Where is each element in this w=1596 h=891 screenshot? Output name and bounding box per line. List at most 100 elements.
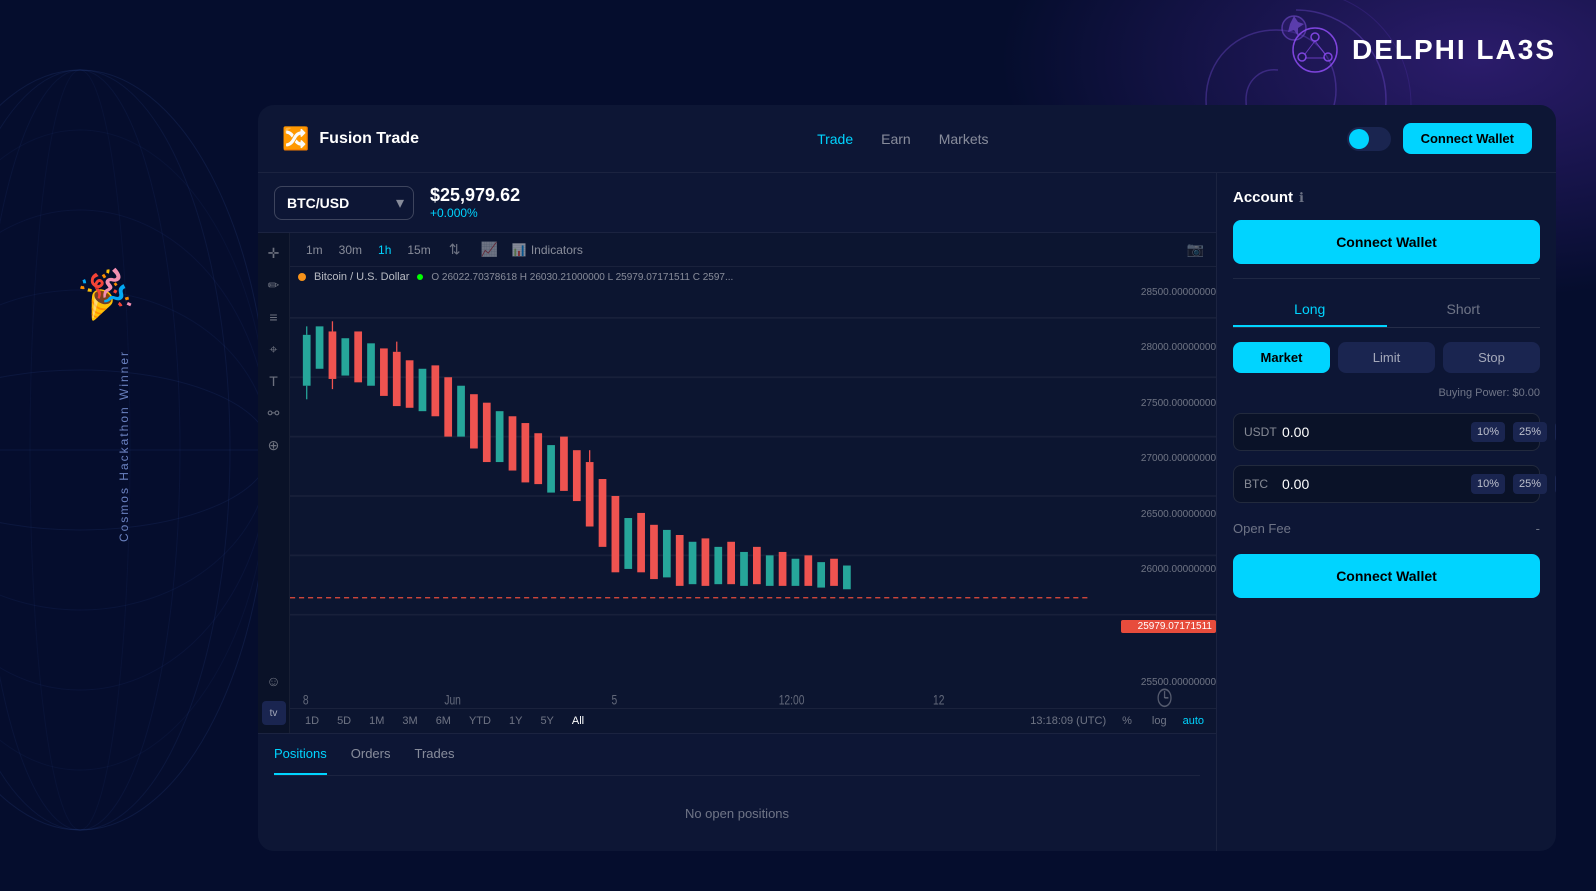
pair-selector-wrap: BTC/USD — [274, 186, 414, 220]
nav-trade[interactable]: Trade — [817, 127, 853, 151]
app-body: BTC/USD $25,979.62 +0.000% ✛ ✏ ≡ ⌖ T — [258, 173, 1556, 851]
auto-scale[interactable]: auto — [1183, 715, 1204, 727]
screenshot-button[interactable]: 📷 — [1187, 241, 1204, 258]
magnet-tool[interactable]: ⌖ — [262, 337, 286, 361]
usdt-50pct[interactable]: 50% — [1555, 422, 1556, 442]
info-icon[interactable]: ℹ — [1299, 190, 1304, 206]
usdt-10pct[interactable]: 10% — [1471, 422, 1505, 442]
timeframe-1m[interactable]: 1m — [302, 241, 327, 259]
svg-text:5: 5 — [612, 692, 618, 708]
account-header: Account ℹ — [1233, 189, 1540, 206]
btc-50pct[interactable]: 50% — [1555, 474, 1556, 494]
indicators-label: Indicators — [531, 243, 583, 257]
buying-power-value: $0.00 — [1512, 387, 1540, 399]
range-all[interactable]: All — [569, 713, 587, 729]
chart-type-icon[interactable]: ⇅ — [443, 239, 467, 260]
main-content: BTC/USD $25,979.62 +0.000% ✛ ✏ ≡ ⌖ T — [258, 173, 1216, 851]
timeframe-30m[interactable]: 30m — [335, 241, 366, 259]
delphi-logo: DELPHI LA3S — [1290, 25, 1556, 75]
short-tab[interactable]: Short — [1387, 293, 1541, 327]
pct-scale[interactable]: % — [1118, 713, 1136, 729]
price-change: +0.000% — [430, 206, 520, 220]
price-value: $25,979.62 — [430, 185, 520, 206]
chart-pair-name: Bitcoin / U.S. Dollar — [314, 271, 409, 283]
pencil-tool[interactable]: ✏ — [262, 273, 286, 297]
divider — [1233, 278, 1540, 279]
open-fee-value: - — [1536, 521, 1540, 536]
trading-controls: BTC/USD $25,979.62 +0.000% — [258, 173, 1216, 233]
zoom-tool[interactable]: ⊕ — [262, 433, 286, 457]
btc-input-group: BTC 10% 25% 50% Max — [1233, 465, 1540, 503]
time-controls: 1D 5D 1M 3M 6M YTD 1Y 5Y All 13:18:09 (U… — [290, 708, 1216, 733]
bottom-tabs: Positions Orders Trades No open position… — [258, 733, 1216, 851]
tab-trades[interactable]: Trades — [414, 734, 454, 775]
market-tab[interactable]: Market — [1233, 342, 1330, 373]
range-5y[interactable]: 5Y — [537, 713, 556, 729]
stop-tab[interactable]: Stop — [1443, 342, 1540, 373]
range-1m[interactable]: 1M — [366, 713, 387, 729]
account-title: Account — [1233, 189, 1293, 206]
range-5d[interactable]: 5D — [334, 713, 354, 729]
connect-wallet-bottom-button[interactable]: Connect Wallet — [1233, 554, 1540, 598]
btc-25pct[interactable]: 25% — [1513, 474, 1547, 494]
open-fee-label: Open Fee — [1233, 521, 1291, 536]
range-1d[interactable]: 1D — [302, 713, 322, 729]
long-short-tabs: Long Short — [1233, 293, 1540, 328]
tab-orders[interactable]: Orders — [351, 734, 391, 775]
usdt-input[interactable] — [1282, 424, 1463, 440]
long-tab[interactable]: Long — [1233, 293, 1387, 327]
theme-toggle[interactable] — [1347, 127, 1391, 151]
price-chart: 8 Jun 5 12:00 12 — [290, 267, 1216, 708]
tab-positions[interactable]: Positions — [274, 734, 327, 775]
timeframe-1h[interactable]: 1h — [374, 241, 395, 259]
ohlc-data: O 26022.70378618 H 26030.21000000 L 2597… — [431, 272, 733, 283]
app-name: Fusion Trade — [319, 130, 419, 148]
smiley-tool[interactable]: ☺ — [262, 669, 286, 693]
btc-dot — [298, 273, 306, 281]
limit-tab[interactable]: Limit — [1338, 342, 1435, 373]
fusion-logo-icon: 🔀 — [282, 126, 309, 152]
app-logo: 🔀 Fusion Trade — [282, 126, 419, 152]
range-3m[interactable]: 3M — [399, 713, 420, 729]
open-fee-row: Open Fee - — [1233, 517, 1540, 540]
measure-tool[interactable]: ⚯ — [262, 401, 286, 425]
btc-input[interactable] — [1282, 476, 1463, 492]
app-panel: 🔀 Fusion Trade Trade Earn Markets Connec… — [258, 105, 1556, 851]
log-scale[interactable]: log — [1148, 713, 1171, 729]
svg-text:8: 8 — [303, 692, 309, 708]
cosmos-badge: Cosmos Hackathon Winner — [117, 349, 131, 541]
header-right: Connect Wallet — [1347, 123, 1532, 154]
party-icon: 🎉 — [73, 263, 136, 324]
btc-10pct[interactable]: 10% — [1471, 474, 1505, 494]
crosshair-tool[interactable]: ✛ — [262, 241, 286, 265]
usdt-25pct[interactable]: 25% — [1513, 422, 1547, 442]
chart-tools: ✛ ✏ ≡ ⌖ T ⚯ ⊕ ☺ tv — [258, 233, 290, 733]
svg-text:12: 12 — [933, 692, 945, 708]
btc-label: BTC — [1244, 477, 1274, 491]
chart-area: 1m 30m 1h 15m ⇅ 📈 📊 Indicators 📷 — [290, 233, 1216, 733]
connect-wallet-header-button[interactable]: Connect Wallet — [1403, 123, 1532, 154]
svg-text:12:00: 12:00 — [779, 692, 805, 708]
text-tool[interactable]: T — [262, 369, 286, 393]
buying-power-label: Buying Power: — [1438, 387, 1509, 399]
usdt-label: USDT — [1244, 425, 1274, 439]
range-6m[interactable]: 6M — [433, 713, 454, 729]
chart-line-icon[interactable]: 📈 — [474, 239, 503, 260]
order-type-tabs: Market Limit Stop — [1233, 342, 1540, 373]
chart-timestamp: 13:18:09 (UTC) — [1030, 715, 1106, 727]
range-ytd[interactable]: YTD — [466, 713, 494, 729]
delphi-name: DELPHI LA3S — [1352, 34, 1556, 66]
pair-selector[interactable]: BTC/USD — [274, 186, 414, 220]
nav-earn[interactable]: Earn — [881, 127, 911, 151]
connect-wallet-main-button[interactable]: Connect Wallet — [1233, 220, 1540, 264]
range-1y[interactable]: 1Y — [506, 713, 525, 729]
timeframe-15m[interactable]: 15m — [403, 241, 434, 259]
usdt-input-group: USDT 10% 25% 50% Max — [1233, 413, 1540, 451]
chart-toolbar: 1m 30m 1h 15m ⇅ 📈 📊 Indicators 📷 — [290, 233, 1216, 267]
chart-wrapper: ✛ ✏ ≡ ⌖ T ⚯ ⊕ ☺ tv 1m 30m — [258, 233, 1216, 733]
delphi-icon — [1290, 25, 1340, 75]
nav-markets[interactable]: Markets — [939, 127, 989, 151]
lines-tool[interactable]: ≡ — [262, 305, 286, 329]
indicators-button[interactable]: 📊 Indicators — [512, 243, 583, 257]
online-indicator — [417, 274, 423, 280]
